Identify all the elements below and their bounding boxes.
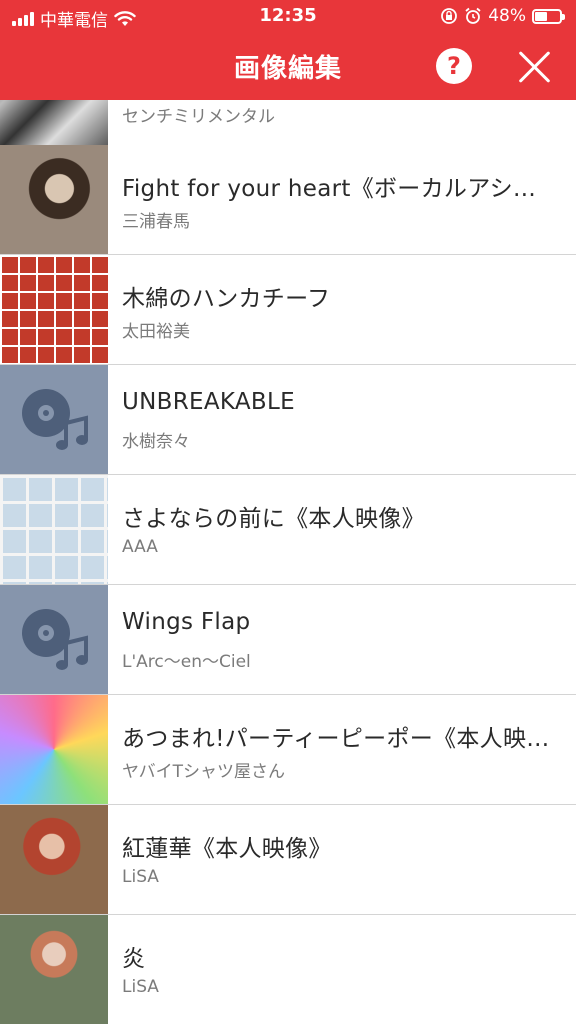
list-item[interactable]: あつまれ!パーティーピーポー《本人映… ヤバイTシャツ屋さん bbox=[0, 695, 576, 805]
song-title: さよならの前に《本人映像》 bbox=[122, 506, 425, 532]
artist-name: LiSA bbox=[122, 977, 159, 997]
close-icon[interactable] bbox=[514, 46, 554, 86]
list-item[interactable]: 紅蓮華《本人映像》 LiSA bbox=[0, 805, 576, 915]
album-art bbox=[0, 695, 108, 804]
song-title: Wings Flap bbox=[122, 609, 251, 635]
music-disc-icon bbox=[0, 365, 108, 474]
artist-name: 三浦春馬 bbox=[122, 212, 190, 232]
album-art bbox=[0, 805, 108, 914]
battery-icon bbox=[532, 8, 565, 24]
artist-name: ヤバイTシャツ屋さん bbox=[122, 762, 286, 782]
list-item[interactable]: Fight for your heart《ボーカルアシ… 三浦春馬 bbox=[0, 145, 576, 255]
song-list: センチミリメンタル Fight for your heart《ボーカルアシ… 三… bbox=[0, 100, 576, 1024]
help-icon[interactable]: ? bbox=[436, 48, 472, 84]
song-title: 木綿のハンカチーフ bbox=[122, 286, 331, 312]
status-right: 48% bbox=[440, 6, 565, 26]
list-item[interactable]: 炎 LiSA bbox=[0, 915, 576, 1024]
song-title: あつまれ!パーティーピーポー《本人映… bbox=[122, 726, 550, 752]
artist-name: L'Arc〜en〜Ciel bbox=[122, 652, 251, 672]
music-disc-icon bbox=[0, 585, 108, 694]
artist-name: センチミリメンタル bbox=[122, 107, 275, 127]
artist-name: 太田裕美 bbox=[122, 322, 190, 342]
album-art bbox=[0, 100, 108, 149]
list-item[interactable]: さよならの前に《本人映像》 AAA bbox=[0, 475, 576, 585]
album-art bbox=[0, 475, 108, 584]
artist-name: 水樹奈々 bbox=[122, 432, 190, 452]
page-title: 画像編集 bbox=[233, 54, 342, 84]
album-art bbox=[0, 145, 108, 254]
battery-percent: 48% bbox=[488, 6, 526, 26]
lock-rotation-icon bbox=[441, 8, 458, 24]
song-title: UNBREAKABLE bbox=[122, 389, 295, 415]
song-title: Fight for your heart《ボーカルアシ… bbox=[122, 176, 537, 202]
list-item[interactable]: Wings Flap L'Arc〜en〜Ciel bbox=[0, 585, 576, 695]
album-art bbox=[0, 915, 108, 1024]
nav-bar: 画像編集 ? bbox=[0, 32, 576, 100]
song-title: 炎 bbox=[122, 946, 146, 972]
header: 中華電信 12:35 48% 画像編集 ? bbox=[0, 0, 576, 100]
list-item[interactable]: UNBREAKABLE 水樹奈々 bbox=[0, 365, 576, 475]
status-bar: 中華電信 12:35 48% bbox=[0, 0, 576, 32]
album-art bbox=[0, 255, 108, 364]
alarm-icon bbox=[465, 7, 481, 24]
artist-name: AAA bbox=[122, 537, 158, 557]
artist-name: LiSA bbox=[122, 867, 159, 887]
list-item[interactable]: 木綿のハンカチーフ 太田裕美 bbox=[0, 255, 576, 365]
list-item[interactable]: センチミリメンタル bbox=[0, 100, 576, 150]
song-title: 紅蓮華《本人映像》 bbox=[122, 836, 332, 862]
